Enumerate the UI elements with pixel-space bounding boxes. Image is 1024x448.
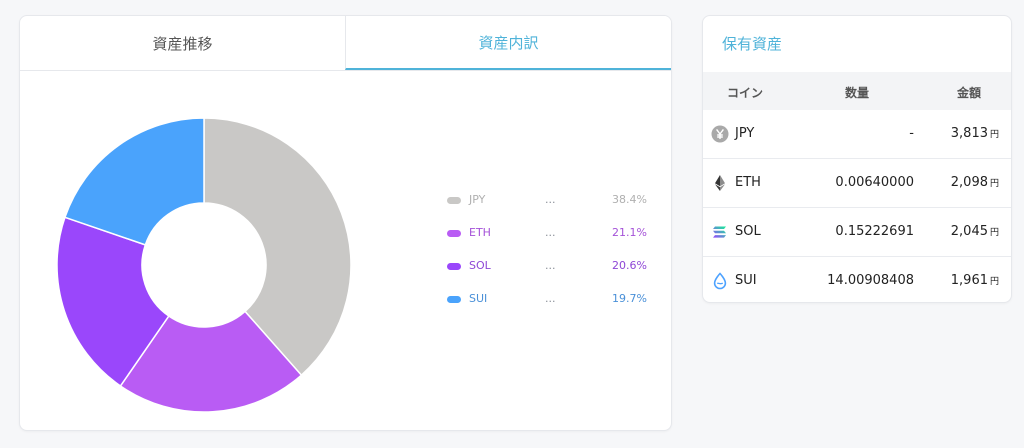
column-header-coin: コイン [727, 86, 764, 100]
coin-amount: 2,045 円 [951, 224, 999, 239]
coin-name: SOL [735, 224, 761, 239]
amount-value: 1,961 [950, 273, 988, 288]
holdings-row-jpy[interactable]: JPY - 3,813 円 [703, 110, 1011, 159]
currency-unit: 円 [989, 228, 999, 238]
legend-ellipsis: ... [545, 193, 556, 206]
coin-quantity: 14.00908408 [827, 273, 914, 288]
solana-icon [711, 223, 729, 241]
legend-label: JPY [469, 193, 486, 206]
amount-value: 3,813 [950, 126, 988, 141]
amount-value: 2,098 [950, 175, 988, 190]
legend-ellipsis: ... [545, 226, 556, 239]
currency-unit: 円 [989, 130, 999, 140]
legend-item-sui[interactable]: SUI... 19.7% [447, 292, 647, 325]
legend-swatch [447, 197, 461, 204]
legend-swatch [447, 296, 461, 303]
coin-amount: 2,098 円 [951, 175, 999, 190]
legend-percentage: 21.1% [612, 226, 647, 239]
legend-swatch [447, 230, 461, 237]
coin-name: SUI [735, 273, 757, 288]
column-header-amount: 金額 [956, 86, 981, 100]
coin-amount: 3,813 円 [951, 126, 999, 141]
chart-tabs: 資産推移 資産内訳 [20, 16, 671, 71]
sui-icon [711, 272, 729, 290]
amount-value: 2,045 [950, 224, 988, 239]
currency-unit: 円 [989, 277, 999, 287]
holdings-title: 保有資産 [722, 35, 783, 53]
column-header-quantity: 数量 [845, 86, 870, 100]
legend-label: SUI [469, 292, 488, 305]
legend-percentage: 20.6% [612, 259, 647, 272]
coin-quantity: 0.00640000 [835, 175, 914, 190]
legend-ellipsis: ... [545, 292, 556, 305]
tab-asset-breakdown[interactable]: 資産内訳 [345, 16, 671, 70]
chart-legend: JPY... 38.4% ETH... 21.1% SOL... 20.6% SUI... 1… [447, 193, 647, 325]
holdings-row-sol[interactable]: SOL 0.15222691 2,045 円 [703, 208, 1011, 257]
coin-name: ETH [735, 175, 761, 190]
legend-swatch [447, 263, 461, 270]
yen-icon [711, 125, 729, 143]
tab-asset-history[interactable]: 資産推移 [20, 16, 345, 70]
coin-name: JPY [735, 126, 755, 141]
holdings-row-eth[interactable]: ETH 0.00640000 2,098 円 [703, 159, 1011, 208]
legend-percentage: 19.7% [612, 292, 647, 305]
legend-percentage: 38.4% [612, 193, 647, 206]
asset-breakdown-card: 資産推移 資産内訳 JPY... 38.4% ETH... 21.1% SOL... 20… [19, 15, 672, 431]
legend-item-jpy[interactable]: JPY... 38.4% [447, 193, 647, 226]
holdings-row-sui[interactable]: SUI 14.00908408 1,961 円 [703, 257, 1011, 302]
legend-label: SOL [469, 259, 491, 272]
donut-chart [56, 117, 352, 413]
coin-quantity: 0.15222691 [835, 224, 914, 239]
legend-item-sol[interactable]: SOL... 20.6% [447, 259, 647, 292]
holdings-table-header: コイン 数量 金額 [703, 72, 1011, 110]
legend-ellipsis: ... [545, 259, 556, 272]
ethereum-icon [711, 174, 729, 192]
coin-quantity: - [909, 126, 914, 141]
legend-item-eth[interactable]: ETH... 21.1% [447, 226, 647, 259]
holdings-table-body: JPY -3,813 円 ETH 0.00640000 2,098 円 SOL 0.152226… [703, 110, 1011, 302]
coin-amount: 1,961 円 [951, 273, 999, 288]
currency-unit: 円 [989, 179, 999, 189]
legend-label: ETH [469, 226, 491, 239]
holdings-card: 保有資産 コイン 数量 金額 JPY -3,813 円 ETH 0.00640000 2,… [702, 15, 1012, 303]
